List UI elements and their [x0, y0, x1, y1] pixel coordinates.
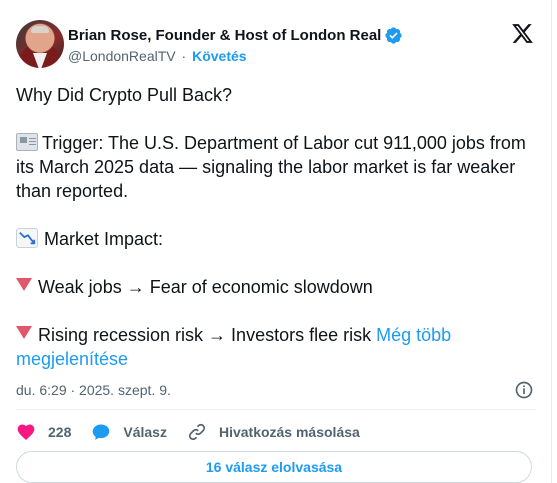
red-triangle-down-icon [16, 326, 32, 339]
point-1-text: Weak jobs → Fear of economic slowdown [38, 277, 373, 297]
timestamp-row: du. 6:29 · 2025. szept. 9. [16, 380, 536, 400]
point-2-line: Rising recession risk → Investors flee r… [16, 323, 536, 371]
separator-dot: · [181, 48, 187, 64]
point-2-text: Rising recession risk → Investors flee r… [38, 325, 372, 345]
heart-icon [17, 424, 35, 440]
reply-button[interactable]: Válasz [91, 422, 167, 442]
point-1-line: Weak jobs → Fear of economic slowdown [16, 275, 536, 299]
action-bar: 228 Válasz Hivatkozás másolása [16, 420, 380, 444]
tweet-header: Brian Rose, Founder & Host of London Rea… [16, 18, 536, 70]
red-triangle-down-icon [16, 278, 32, 291]
name-row: Brian Rose, Founder & Host of London Rea… [68, 25, 403, 45]
chart-decreasing-icon [16, 228, 38, 248]
handle-row: @LondonRealTV · Követés [68, 48, 247, 64]
reply-bubble-icon [93, 424, 110, 440]
x-logo-icon[interactable] [511, 22, 534, 45]
avatar-hair [31, 26, 49, 33]
tweet-title-line: Why Did Crypto Pull Back? [16, 85, 233, 105]
like-count: 228 [48, 424, 72, 440]
verified-badge-icon [385, 26, 402, 44]
newspaper-icon [16, 133, 38, 151]
trigger-paragraph: Trigger: The U.S. Department of Labor cu… [16, 131, 536, 203]
tweet-text: Why Did Crypto Pull Back? Trigger: The U… [16, 83, 536, 371]
copy-link-button[interactable]: Hivatkozás másolása [187, 422, 360, 442]
tweet-card: Brian Rose, Founder & Host of London Rea… [0, 0, 552, 483]
follow-button[interactable]: Követés [192, 48, 246, 64]
info-icon[interactable] [514, 380, 534, 400]
divider [16, 409, 536, 410]
impact-heading: Market Impact: [44, 229, 164, 249]
like-button[interactable]: 228 [16, 422, 71, 442]
impact-heading-line: Market Impact: [16, 227, 536, 251]
copy-link-label: Hivatkozás másolása [218, 424, 360, 440]
avatar[interactable] [16, 20, 64, 68]
handle[interactable]: @LondonRealTV [68, 48, 176, 64]
avatar-shirt [33, 53, 47, 68]
timestamp[interactable]: du. 6:29 · 2025. szept. 9. [16, 382, 171, 398]
display-name[interactable]: Brian Rose, Founder & Host of London Rea… [68, 27, 381, 44]
link-icon [188, 423, 205, 441]
read-replies-button[interactable]: 16 válasz elolvasása [16, 451, 532, 483]
reply-label: Válasz [123, 424, 167, 440]
trigger-text: Trigger: The U.S. Department of Labor cu… [16, 133, 526, 201]
